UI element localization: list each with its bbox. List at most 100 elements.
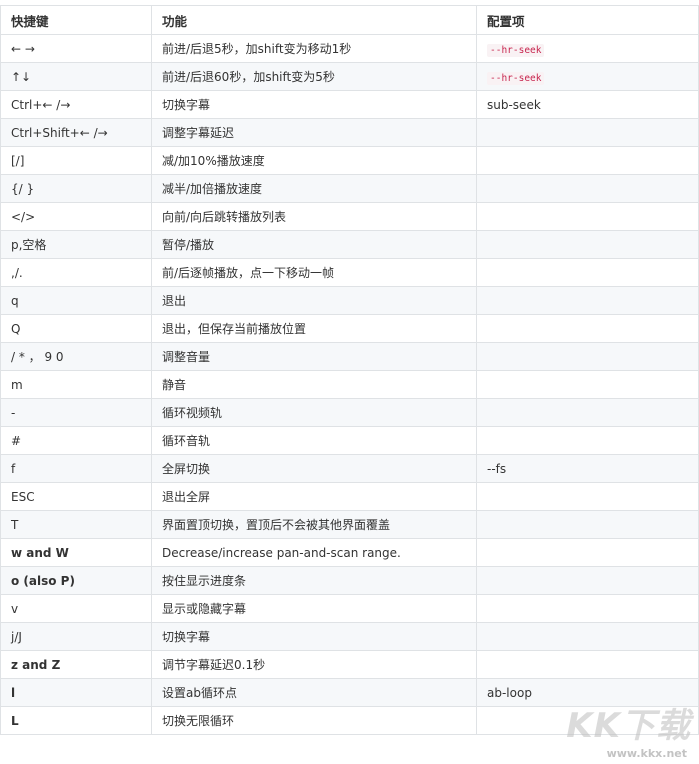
shortcut-key: ↑↓ <box>0 62 152 91</box>
shortcut-function: 全屏切换 <box>151 454 477 483</box>
table-header: 快捷键 功能 配置项 <box>0 5 699 35</box>
shortcut-config <box>476 370 699 399</box>
shortcut-key: {/ } <box>0 174 152 203</box>
shortcut-config <box>476 510 699 539</box>
shortcut-key: Ctrl+Shift+← /→ <box>0 118 152 147</box>
shortcut-function: 切换无限循环 <box>151 706 477 735</box>
shortcut-config: --fs <box>476 454 699 483</box>
table-row: {/ } 减半/加倍播放速度 <box>0 174 699 203</box>
shortcut-function: 暂停/播放 <box>151 230 477 259</box>
header-function: 功能 <box>151 5 477 35</box>
shortcut-config: --hr-seek <box>476 34 699 63</box>
table-row: p,空格 暂停/播放 <box>0 230 699 259</box>
shortcut-key: o (also P) <box>0 566 152 595</box>
shortcut-config <box>476 398 699 427</box>
table-row: ↑↓ 前进/后退60秒，加shift变为5秒 --hr-seek <box>0 62 699 91</box>
table-row: # 循环音轨 <box>0 426 699 455</box>
shortcut-config: sub-seek <box>476 90 699 119</box>
shortcut-config <box>476 146 699 175</box>
shortcut-key: z and Z <box>0 650 152 679</box>
shortcut-config <box>476 258 699 287</box>
shortcut-key: [/] <box>0 146 152 175</box>
shortcut-config <box>476 286 699 315</box>
shortcut-key: v <box>0 594 152 623</box>
table-row: m 静音 <box>0 370 699 399</box>
table-row: f 全屏切换 --fs <box>0 454 699 483</box>
table-row: ESC 退出全屏 <box>0 482 699 511</box>
table-row: o (also P) 按住显示进度条 <box>0 566 699 595</box>
shortcut-key: Ctrl+← /→ <box>0 90 152 119</box>
table-row: Ctrl+Shift+← /→ 调整字幕延迟 <box>0 118 699 147</box>
shortcut-function: 调整字幕延迟 <box>151 118 477 147</box>
table-row: z and Z 调节字幕延迟0.1秒 <box>0 650 699 679</box>
shortcut-function: 前/后逐帧播放，点一下移动一帧 <box>151 258 477 287</box>
shortcut-key: # <box>0 426 152 455</box>
shortcut-key: L <box>0 706 152 735</box>
shortcut-key: </> <box>0 202 152 231</box>
shortcut-key: l <box>0 678 152 707</box>
shortcut-config <box>476 118 699 147</box>
table-row: / * ， 9 0 调整音量 <box>0 342 699 371</box>
table-row: - 循环视频轨 <box>0 398 699 427</box>
shortcut-function: 显示或隐藏字幕 <box>151 594 477 623</box>
shortcut-key: - <box>0 398 152 427</box>
shortcut-function: 设置ab循环点 <box>151 678 477 707</box>
table-row: T 界面置顶切换，置顶后不会被其他界面覆盖 <box>0 510 699 539</box>
table-body: ← → 前进/后退5秒，加shift变为移动1秒 --hr-seek ↑↓ 前进/后退6… <box>0 34 699 735</box>
shortcut-config <box>476 202 699 231</box>
shortcut-key: Q <box>0 314 152 343</box>
shortcut-function: 向前/向后跳转播放列表 <box>151 202 477 231</box>
shortcut-config <box>476 174 699 203</box>
shortcut-config <box>476 566 699 595</box>
shortcut-function: 界面置顶切换，置顶后不会被其他界面覆盖 <box>151 510 477 539</box>
watermark-url: www.kkx.net <box>606 747 687 760</box>
shortcut-key: ,/. <box>0 258 152 287</box>
shortcut-config <box>476 650 699 679</box>
shortcut-key: T <box>0 510 152 539</box>
shortcut-config <box>476 230 699 259</box>
shortcut-key: f <box>0 454 152 483</box>
shortcut-key: / * ， 9 0 <box>0 342 152 371</box>
table-row: w and W Decrease/increase pan-and-scan ra… <box>0 538 699 567</box>
shortcut-config <box>476 342 699 371</box>
table-row: Ctrl+← /→ 切换字幕 sub-seek <box>0 90 699 119</box>
shortcut-config: ab-loop <box>476 678 699 707</box>
shortcut-key: m <box>0 370 152 399</box>
shortcut-function: 前进/后退60秒，加shift变为5秒 <box>151 62 477 91</box>
shortcut-function: 切换字幕 <box>151 622 477 651</box>
shortcut-function: 循环视频轨 <box>151 398 477 427</box>
header-shortcut: 快捷键 <box>0 5 152 35</box>
shortcut-key: ESC <box>0 482 152 511</box>
table-row: [/] 减/加10%播放速度 <box>0 146 699 175</box>
shortcut-function: 退出 <box>151 286 477 315</box>
shortcut-key: p,空格 <box>0 230 152 259</box>
table-row: L 切换无限循环 <box>0 706 699 735</box>
shortcut-config <box>476 594 699 623</box>
table-row: ← → 前进/后退5秒，加shift变为移动1秒 --hr-seek <box>0 34 699 63</box>
table-row: q 退出 <box>0 286 699 315</box>
shortcut-function: 前进/后退5秒，加shift变为移动1秒 <box>151 34 477 63</box>
table-row: Q 退出，但保存当前播放位置 <box>0 314 699 343</box>
shortcut-function: 退出全屏 <box>151 482 477 511</box>
shortcut-function: 按住显示进度条 <box>151 566 477 595</box>
shortcut-function: 切换字幕 <box>151 90 477 119</box>
header-config: 配置项 <box>476 5 699 35</box>
header-row: 快捷键 功能 配置项 <box>0 5 699 35</box>
table-row: </> 向前/向后跳转播放列表 <box>0 202 699 231</box>
shortcut-function: 调节字幕延迟0.1秒 <box>151 650 477 679</box>
shortcut-table: 快捷键 功能 配置项 ← → 前进/后退5秒，加shift变为移动1秒 --hr-s… <box>0 5 699 735</box>
shortcut-key: q <box>0 286 152 315</box>
table-row: j/J 切换字幕 <box>0 622 699 651</box>
shortcut-function: 减半/加倍播放速度 <box>151 174 477 203</box>
shortcut-config <box>476 538 699 567</box>
shortcut-function: 循环音轨 <box>151 426 477 455</box>
shortcut-key: w and W <box>0 538 152 567</box>
shortcut-config <box>476 426 699 455</box>
shortcut-key: j/J <box>0 622 152 651</box>
config-code: --hr-seek <box>487 71 545 85</box>
shortcut-config <box>476 622 699 651</box>
shortcut-key: ← → <box>0 34 152 63</box>
shortcut-config <box>476 706 699 735</box>
table-row: ,/. 前/后逐帧播放，点一下移动一帧 <box>0 258 699 287</box>
shortcut-function: 调整音量 <box>151 342 477 371</box>
